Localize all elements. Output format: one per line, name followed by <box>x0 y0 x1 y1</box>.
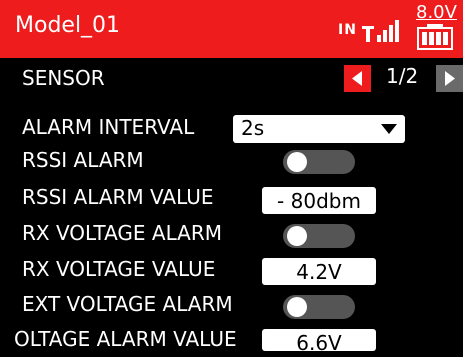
battery-voltage: 8.0V <box>416 2 457 23</box>
rx-voltage-alarm-toggle[interactable] <box>283 224 355 248</box>
toggle-knob <box>287 297 307 317</box>
rssi-alarm-value-field[interactable]: - 80dbm <box>262 187 376 214</box>
ext-voltage-alarm-label: EXT VOLTAGE ALARM <box>22 292 233 316</box>
page-indicator: 1/2 <box>386 64 419 88</box>
arrow-left-icon <box>352 71 362 86</box>
prev-page-button[interactable] <box>344 65 371 92</box>
signal-bars-icon <box>362 20 399 42</box>
rx-voltage-value-field[interactable]: 4.2V <box>262 258 376 285</box>
dropdown-arrow-icon <box>381 124 397 134</box>
battery-indicator: 8.0V <box>415 2 459 56</box>
battery-icon <box>417 24 453 50</box>
toggle-knob <box>287 152 307 172</box>
toggle-knob <box>287 226 307 246</box>
ext-voltage-alarm-value-field[interactable]: 6.6V <box>262 329 376 355</box>
alarm-interval-value: 2s <box>241 116 265 140</box>
rssi-alarm-toggle[interactable] <box>283 150 355 174</box>
arrow-right-icon <box>445 71 455 86</box>
ext-voltage-alarm-value-label: OLTAGE ALARM VALUE <box>14 327 237 351</box>
section-title: SENSOR <box>22 66 105 90</box>
model-title: Model_01 <box>15 13 121 38</box>
rx-voltage-value-label: RX VOLTAGE VALUE <box>22 257 216 281</box>
next-page-button[interactable] <box>436 65 463 92</box>
rssi-alarm-label: RSSI ALARM <box>22 148 144 172</box>
alarm-interval-select[interactable]: 2s <box>233 115 405 143</box>
alarm-interval-label: ALARM INTERVAL <box>22 115 195 139</box>
title-bar: Model_01 IN 8.0V <box>0 0 463 58</box>
rssi-alarm-value-label: RSSI ALARM VALUE <box>22 185 214 209</box>
rx-voltage-alarm-label: RX VOLTAGE ALARM <box>22 221 223 245</box>
ext-voltage-alarm-toggle[interactable] <box>283 295 355 319</box>
